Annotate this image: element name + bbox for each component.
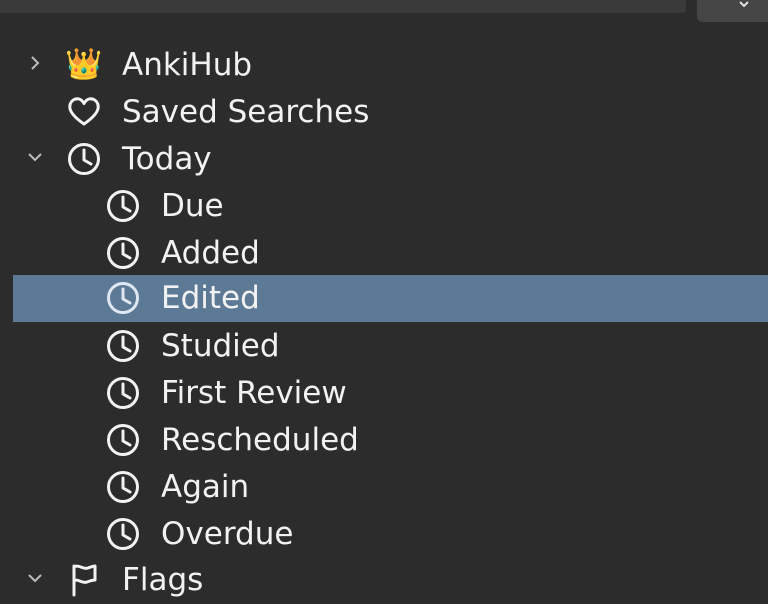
clock-icon — [105, 375, 141, 411]
tree-item-label: Due — [161, 188, 224, 224]
tree-item-label: Again — [161, 469, 250, 505]
chevron-down-icon[interactable] — [27, 149, 43, 165]
tree-item-saved-searches[interactable]: Saved Searches — [13, 89, 768, 136]
tree-item-label: Saved Searches — [122, 94, 370, 130]
tree-item-label: Studied — [161, 328, 280, 364]
tree-item-today[interactable]: Today — [13, 136, 768, 183]
clock-icon — [105, 280, 141, 316]
tree-item-label: Today — [122, 141, 212, 177]
tree-item-label: AnkiHub — [122, 47, 253, 83]
tree-item-label: Rescheduled — [161, 422, 359, 458]
tree-item-label: First Review — [161, 375, 347, 411]
tree-item-flags[interactable]: Flags — [13, 557, 768, 604]
clock-icon — [105, 516, 141, 552]
clock-icon — [105, 188, 141, 224]
flag-icon — [66, 562, 102, 598]
clock-icon — [105, 328, 141, 364]
chevron-down-icon[interactable] — [27, 570, 43, 586]
tree-item-label: Edited — [161, 280, 260, 316]
clock-icon — [105, 235, 141, 271]
search-bar — [0, 0, 768, 22]
tree-item-ankihub[interactable]: 👑 AnkiHub — [13, 42, 768, 89]
tree-item-label: Added — [161, 235, 260, 271]
crown-icon: 👑 — [65, 47, 103, 82]
chevron-down-icon — [739, 1, 749, 8]
tree-item-overdue[interactable]: Overdue — [13, 511, 768, 558]
clock-icon — [66, 141, 102, 177]
tree-item-label: Overdue — [161, 516, 294, 552]
tree-item-edited[interactable]: Edited — [13, 275, 768, 322]
chevron-right-icon[interactable] — [27, 55, 43, 71]
clock-icon — [105, 469, 141, 505]
tree-item-added[interactable]: Added — [13, 230, 768, 277]
tree-item-due[interactable]: Due — [13, 183, 768, 230]
tree-item-first-review[interactable]: First Review — [13, 370, 768, 417]
heart-icon — [66, 94, 102, 130]
search-input[interactable] — [0, 0, 686, 13]
search-mode-dropdown[interactable] — [697, 0, 768, 22]
clock-icon — [105, 422, 141, 458]
tree-item-label: Flags — [122, 562, 204, 598]
tree-item-again[interactable]: Again — [13, 464, 768, 511]
tree-item-rescheduled[interactable]: Rescheduled — [13, 417, 768, 464]
tree-item-studied[interactable]: Studied — [13, 323, 768, 370]
